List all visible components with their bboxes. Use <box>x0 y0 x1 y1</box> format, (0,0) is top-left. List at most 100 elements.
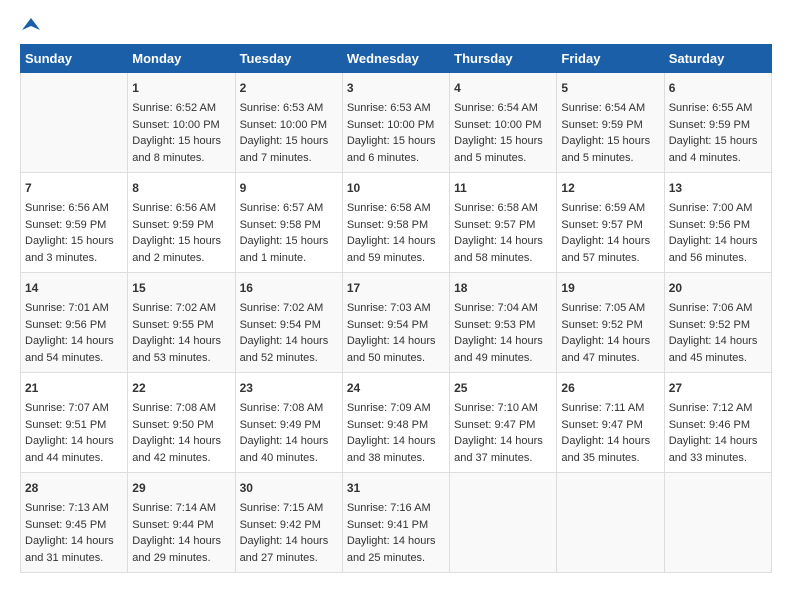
header-thursday: Thursday <box>450 45 557 73</box>
week-row-5: 28Sunrise: 7:13 AM Sunset: 9:45 PM Dayli… <box>21 473 772 573</box>
day-content: Sunrise: 6:53 AM Sunset: 10:00 PM Daylig… <box>240 100 338 166</box>
calendar-cell: 23 Sunrise: 7:08 AM Sunset: 9:49 PM Dayli… <box>235 373 342 473</box>
day-content: Sunrise: 6:55 AM Sunset: 9:59 PM Dayligh… <box>669 100 767 166</box>
day-number: 14 <box>25 279 123 297</box>
calendar-cell: 26 Sunrise: 7:11 AM Sunset: 9:47 PM Dayli… <box>557 373 664 473</box>
calendar-cell: 21Sunrise: 7:07 AM Sunset: 9:51 PM Dayli… <box>21 373 128 473</box>
calendar-cell: 1 Sunrise: 6:52 AM Sunset: 10:00 PM Dayli… <box>128 73 235 173</box>
calendar-cell: 13 Sunrise: 7:00 AM Sunset: 9:56 PM Dayli… <box>664 173 771 273</box>
day-content: Sunrise: 6:59 AM Sunset: 9:57 PM Dayligh… <box>561 200 659 266</box>
calendar-cell: 17 Sunrise: 7:03 AM Sunset: 9:54 PM Dayli… <box>342 273 449 373</box>
calendar-cell: 30 Sunrise: 7:15 AM Sunset: 9:42 PM Dayli… <box>235 473 342 573</box>
day-number: 12 <box>561 179 659 197</box>
calendar-cell <box>664 473 771 573</box>
calendar-cell: 15 Sunrise: 7:02 AM Sunset: 9:55 PM Dayli… <box>128 273 235 373</box>
calendar-cell: 10 Sunrise: 6:58 AM Sunset: 9:58 PM Dayli… <box>342 173 449 273</box>
calendar-cell: 2 Sunrise: 6:53 AM Sunset: 10:00 PM Dayli… <box>235 73 342 173</box>
calendar-cell: 11 Sunrise: 6:58 AM Sunset: 9:57 PM Dayli… <box>450 173 557 273</box>
day-content: Sunrise: 7:09 AM Sunset: 9:48 PM Dayligh… <box>347 400 445 466</box>
week-row-3: 14 Sunrise: 7:01 AM Sunset: 9:56 PM Dayli… <box>21 273 772 373</box>
day-content: Sunrise: 7:04 AM Sunset: 9:53 PM Dayligh… <box>454 300 552 366</box>
day-number: 23 <box>240 379 338 397</box>
day-number: 29 <box>132 479 230 497</box>
day-content: Sunrise: 7:05 AM Sunset: 9:52 PM Dayligh… <box>561 300 659 366</box>
week-row-4: 21Sunrise: 7:07 AM Sunset: 9:51 PM Dayli… <box>21 373 772 473</box>
day-content: Sunrise: 6:58 AM Sunset: 9:57 PM Dayligh… <box>454 200 552 266</box>
week-row-1: 1 Sunrise: 6:52 AM Sunset: 10:00 PM Dayli… <box>21 73 772 173</box>
day-number: 9 <box>240 179 338 197</box>
calendar-cell: 31 Sunrise: 7:16 AM Sunset: 9:41 PM Dayli… <box>342 473 449 573</box>
day-number: 18 <box>454 279 552 297</box>
day-number: 19 <box>561 279 659 297</box>
day-content: Sunrise: 7:10 AM Sunset: 9:47 PM Dayligh… <box>454 400 552 466</box>
calendar-cell: 28Sunrise: 7:13 AM Sunset: 9:45 PM Dayli… <box>21 473 128 573</box>
day-number: 21 <box>25 379 123 397</box>
day-content: Sunrise: 7:08 AM Sunset: 9:49 PM Dayligh… <box>240 400 338 466</box>
day-content: Sunrise: 7:14 AM Sunset: 9:44 PM Dayligh… <box>132 500 230 566</box>
day-number: 10 <box>347 179 445 197</box>
day-content: Sunrise: 6:58 AM Sunset: 9:58 PM Dayligh… <box>347 200 445 266</box>
day-content: Sunrise: 7:01 AM Sunset: 9:56 PM Dayligh… <box>25 300 123 366</box>
calendar-cell <box>450 473 557 573</box>
day-number: 13 <box>669 179 767 197</box>
day-number: 2 <box>240 79 338 97</box>
day-content: Sunrise: 7:13 AM Sunset: 9:45 PM Dayligh… <box>25 500 123 566</box>
day-number: 25 <box>454 379 552 397</box>
calendar-cell: 8 Sunrise: 6:56 AM Sunset: 9:59 PM Daylig… <box>128 173 235 273</box>
day-number: 24 <box>347 379 445 397</box>
day-number: 15 <box>132 279 230 297</box>
day-number: 20 <box>669 279 767 297</box>
calendar-cell: 24 Sunrise: 7:09 AM Sunset: 9:48 PM Dayli… <box>342 373 449 473</box>
day-number: 22 <box>132 379 230 397</box>
day-content: Sunrise: 7:02 AM Sunset: 9:55 PM Dayligh… <box>132 300 230 366</box>
day-number: 1 <box>132 79 230 97</box>
calendar-cell: 14 Sunrise: 7:01 AM Sunset: 9:56 PM Dayli… <box>21 273 128 373</box>
calendar-cell: 22 Sunrise: 7:08 AM Sunset: 9:50 PM Dayli… <box>128 373 235 473</box>
day-content: Sunrise: 7:03 AM Sunset: 9:54 PM Dayligh… <box>347 300 445 366</box>
header-saturday: Saturday <box>664 45 771 73</box>
day-number: 17 <box>347 279 445 297</box>
calendar-cell: 9 Sunrise: 6:57 AM Sunset: 9:58 PM Daylig… <box>235 173 342 273</box>
calendar-cell: 3Sunrise: 6:53 AM Sunset: 10:00 PM Dayli… <box>342 73 449 173</box>
day-number: 30 <box>240 479 338 497</box>
day-number: 7 <box>25 179 123 197</box>
day-content: Sunrise: 7:06 AM Sunset: 9:52 PM Dayligh… <box>669 300 767 366</box>
day-number: 11 <box>454 179 552 197</box>
header-friday: Friday <box>557 45 664 73</box>
calendar-cell: 6 Sunrise: 6:55 AM Sunset: 9:59 PM Daylig… <box>664 73 771 173</box>
calendar-cell: 16 Sunrise: 7:02 AM Sunset: 9:54 PM Dayli… <box>235 273 342 373</box>
day-content: Sunrise: 7:02 AM Sunset: 9:54 PM Dayligh… <box>240 300 338 366</box>
week-row-2: 7 Sunrise: 6:56 AM Sunset: 9:59 PM Daylig… <box>21 173 772 273</box>
day-number: 26 <box>561 379 659 397</box>
calendar-cell: 20 Sunrise: 7:06 AM Sunset: 9:52 PM Dayli… <box>664 273 771 373</box>
page-header <box>20 20 772 34</box>
day-content: Sunrise: 6:57 AM Sunset: 9:58 PM Dayligh… <box>240 200 338 266</box>
day-content: Sunrise: 7:11 AM Sunset: 9:47 PM Dayligh… <box>561 400 659 466</box>
day-content: Sunrise: 7:15 AM Sunset: 9:42 PM Dayligh… <box>240 500 338 566</box>
logo-bird-icon <box>22 16 40 34</box>
day-number: 5 <box>561 79 659 97</box>
calendar-cell: 5Sunrise: 6:54 AM Sunset: 9:59 PM Daylig… <box>557 73 664 173</box>
day-content: Sunrise: 6:56 AM Sunset: 9:59 PM Dayligh… <box>132 200 230 266</box>
day-content: Sunrise: 7:08 AM Sunset: 9:50 PM Dayligh… <box>132 400 230 466</box>
header-sunday: Sunday <box>21 45 128 73</box>
calendar-header-row: SundayMondayTuesdayWednesdayThursdayFrid… <box>21 45 772 73</box>
day-number: 31 <box>347 479 445 497</box>
header-wednesday: Wednesday <box>342 45 449 73</box>
day-number: 3 <box>347 79 445 97</box>
day-content: Sunrise: 7:16 AM Sunset: 9:41 PM Dayligh… <box>347 500 445 566</box>
calendar-cell: 25 Sunrise: 7:10 AM Sunset: 9:47 PM Dayli… <box>450 373 557 473</box>
day-content: Sunrise: 7:12 AM Sunset: 9:46 PM Dayligh… <box>669 400 767 466</box>
day-content: Sunrise: 6:52 AM Sunset: 10:00 PM Daylig… <box>132 100 230 166</box>
calendar-cell: 29 Sunrise: 7:14 AM Sunset: 9:44 PM Dayli… <box>128 473 235 573</box>
day-content: Sunrise: 7:00 AM Sunset: 9:56 PM Dayligh… <box>669 200 767 266</box>
day-content: Sunrise: 6:56 AM Sunset: 9:59 PM Dayligh… <box>25 200 123 266</box>
calendar-table: SundayMondayTuesdayWednesdayThursdayFrid… <box>20 44 772 573</box>
calendar-cell: 7 Sunrise: 6:56 AM Sunset: 9:59 PM Daylig… <box>21 173 128 273</box>
calendar-cell: 12 Sunrise: 6:59 AM Sunset: 9:57 PM Dayli… <box>557 173 664 273</box>
day-number: 6 <box>669 79 767 97</box>
calendar-cell <box>21 73 128 173</box>
calendar-cell <box>557 473 664 573</box>
day-number: 8 <box>132 179 230 197</box>
day-number: 16 <box>240 279 338 297</box>
